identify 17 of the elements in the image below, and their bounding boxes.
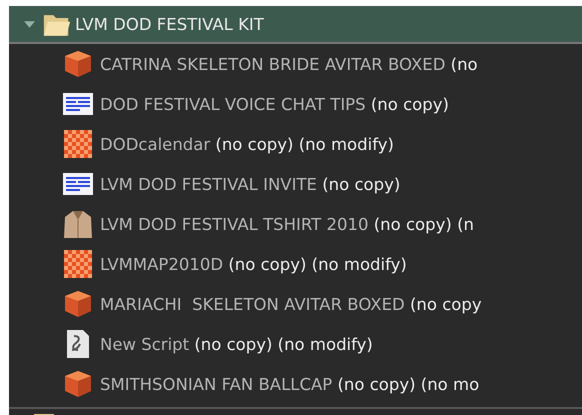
cube-icon [62,48,94,80]
item-label[interactable]: LVMMAP2010D (no copy) (no modify) [100,254,407,274]
cube-icon [62,368,94,400]
checkered-texture-icon [62,248,94,280]
item-label[interactable]: LVM DOD FESTIVAL TSHIRT 2010 (no copy) (n [100,214,474,234]
item-label[interactable]: DOD FESTIVAL VOICE CHAT TIPS (no copy) [100,94,449,114]
item-label[interactable]: New Script (no copy) (no modify) [100,334,373,354]
item-label[interactable]: DODcalendar (no copy) (no modify) [100,134,394,154]
folder-name: LVM DOD FESTIVAL KIT [75,14,264,34]
jacket-icon [62,208,94,240]
item-label[interactable]: LVM DOD FESTIVAL INVITE (no copy) [100,174,400,194]
item-label[interactable]: SMITHSONIAN FAN BALLCAP (no copy) (no mo [100,374,480,394]
item-label[interactable]: MARIACHI SKELETON AVITAR BOXED (no copy [100,294,482,314]
folder-row[interactable]: LVM DOD FESTIVAL KIT [9,6,582,44]
cube-icon [62,288,94,320]
item-label[interactable]: CATRINA SKELETON BRIDE AVITAR BOXED (no [100,54,478,74]
checkered-texture-icon [62,128,94,160]
